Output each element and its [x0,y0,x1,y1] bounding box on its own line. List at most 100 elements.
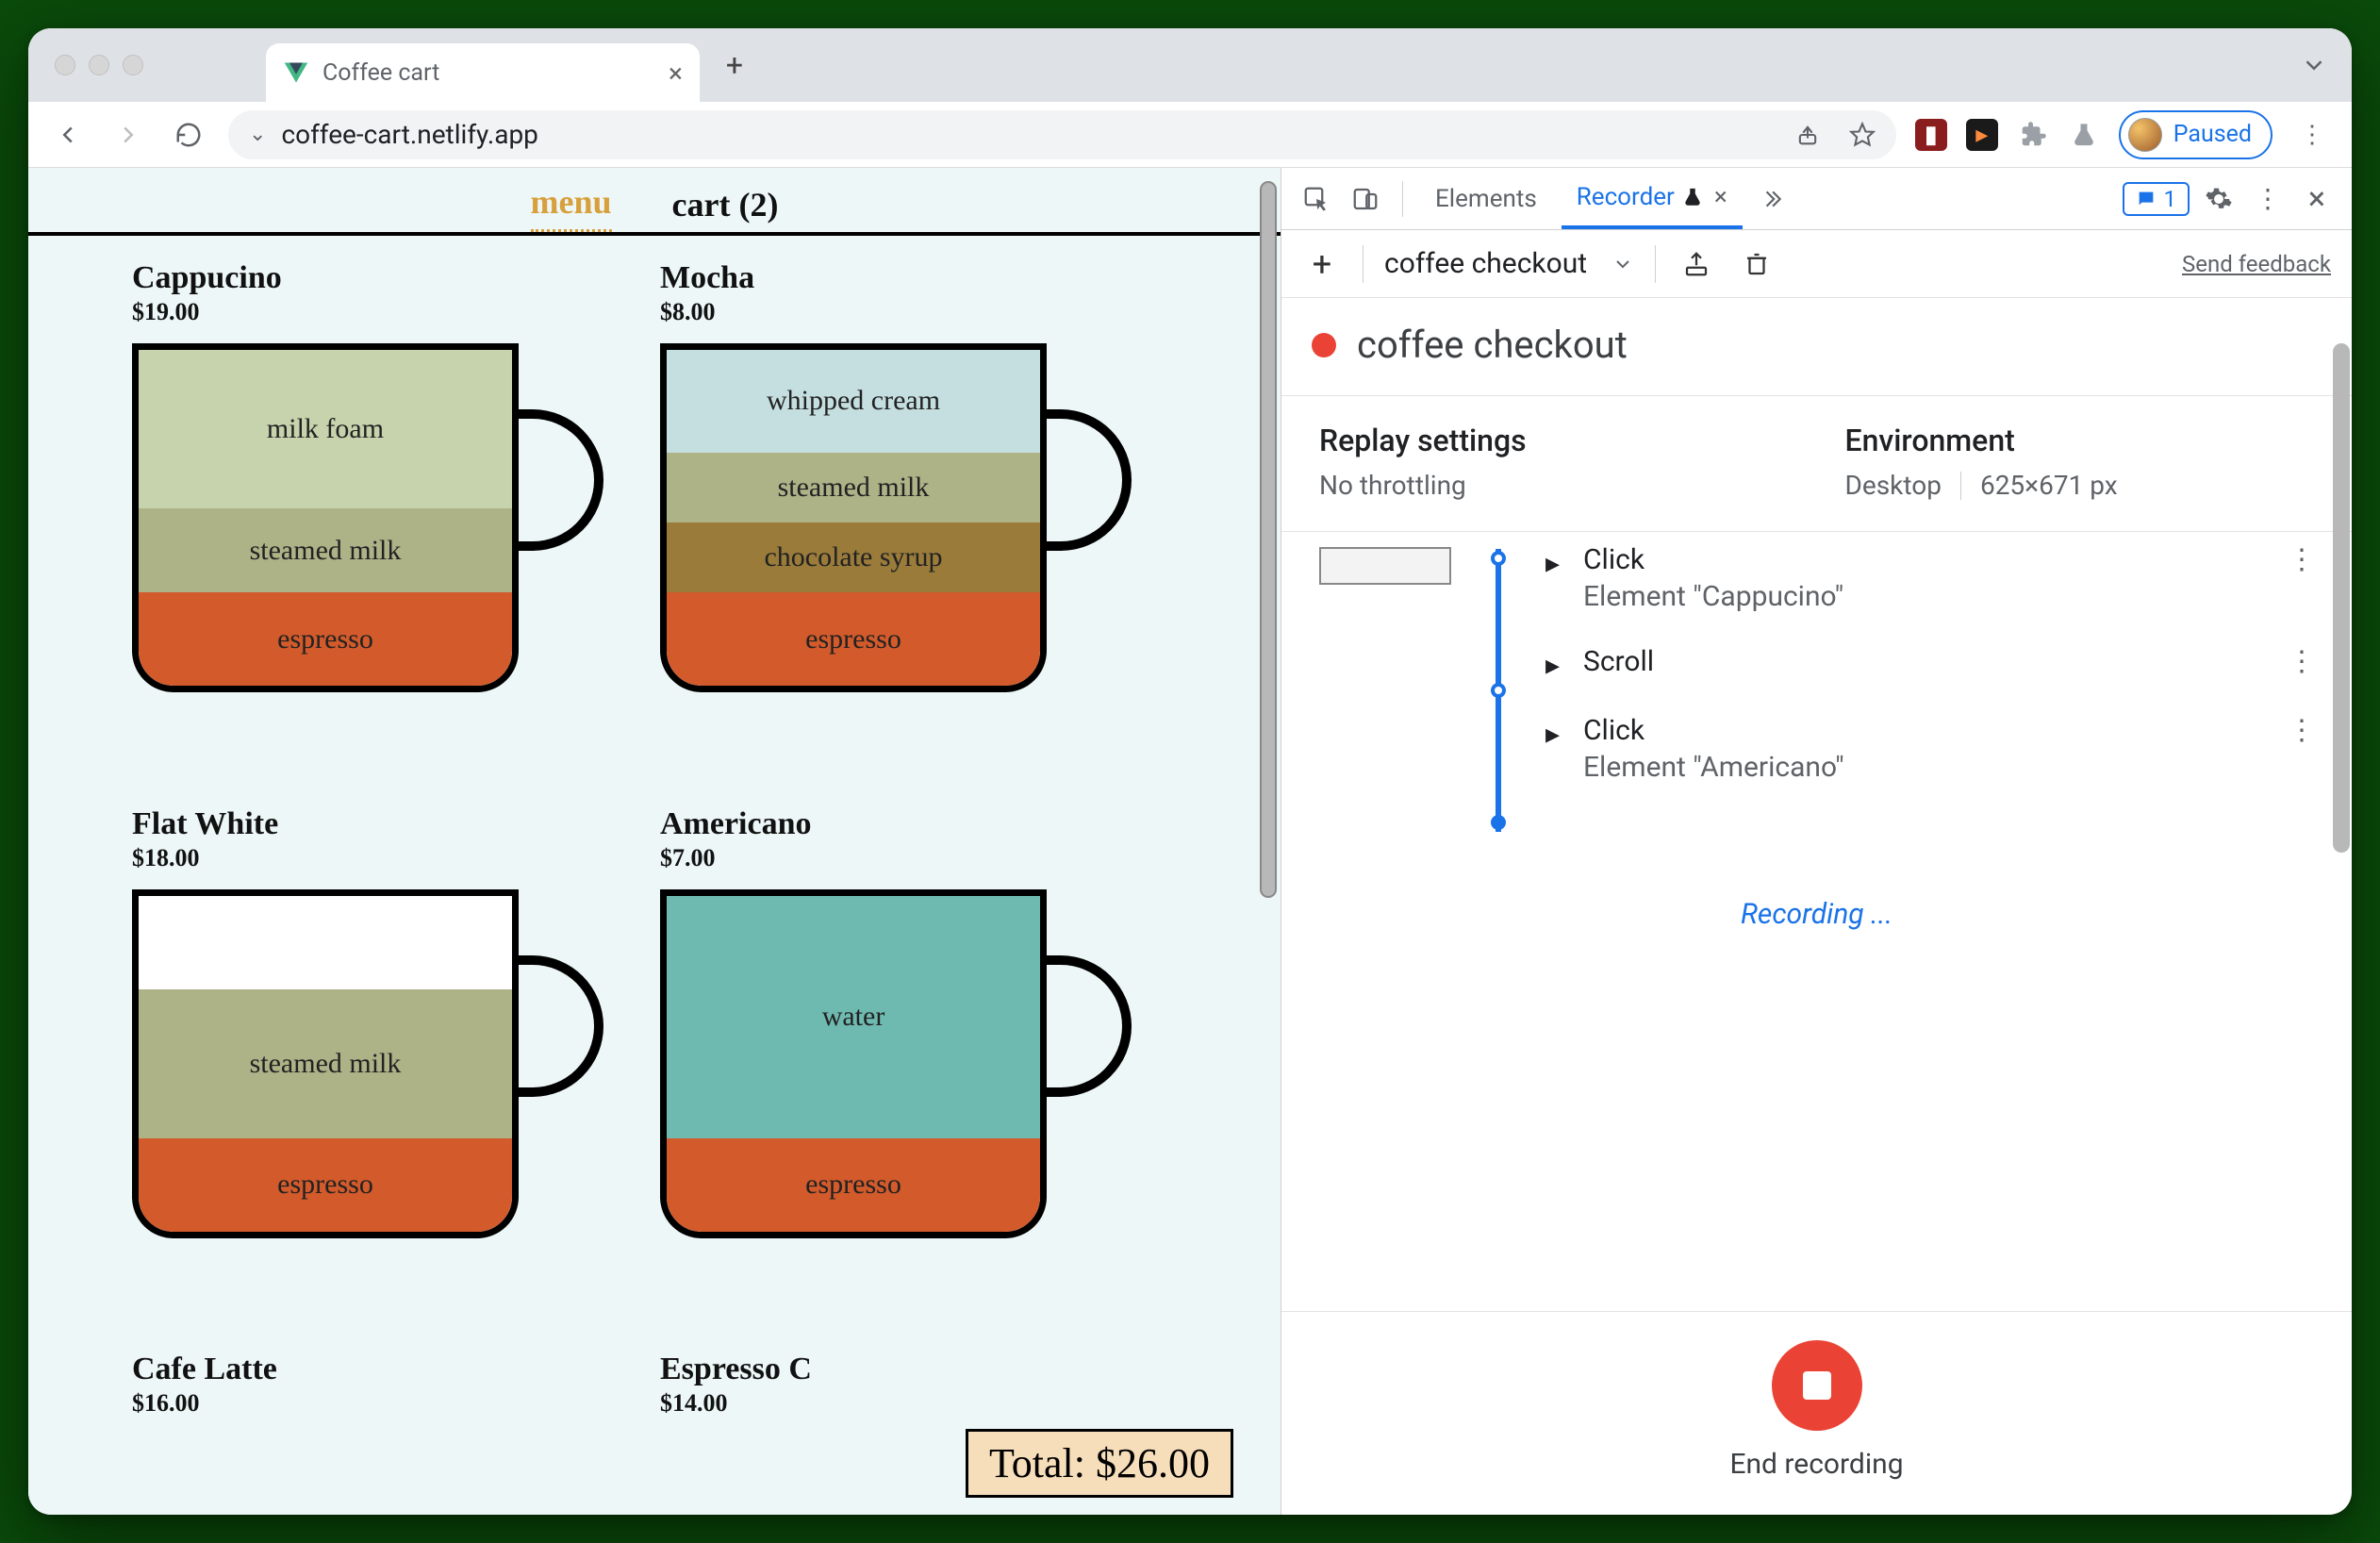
address-bar[interactable]: ⌄ coffee-cart.netlify.app [228,110,1896,159]
cup-layer: steamed milk [139,989,512,1138]
recorder-settings: Replay settings No throttling Environmen… [1281,396,2352,532]
scrollbar-thumb[interactable] [1260,181,1277,898]
cup-layer [139,896,512,989]
back-button[interactable] [47,114,89,156]
new-tab-button[interactable]: + [711,41,758,89]
extensions-menu-icon[interactable] [2017,119,2049,151]
step-action: Scroll [1583,645,1654,678]
new-recording-button[interactable]: + [1302,244,1342,284]
nav-cart-link[interactable]: cart (2) [672,185,779,232]
menu-grid: Cappucino $19.00 espressosteamed milkmil… [28,236,1281,1515]
recording-indicator-icon [1312,333,1336,357]
product-card[interactable]: Mocha $8.00 espressochocolate syrupsteam… [660,260,1150,789]
end-recording-button[interactable] [1772,1340,1862,1431]
settings-icon[interactable] [2199,179,2239,219]
profile-paused-pill[interactable]: Paused [2119,110,2273,159]
zoom-window-icon[interactable] [123,55,143,75]
product-card[interactable]: Cappucino $19.00 espressosteamed milkmil… [132,260,622,789]
replay-settings-label: Replay settings [1319,423,1789,458]
step-menu-icon[interactable]: ⋮ [2288,543,2316,576]
cup-layer: whipped cream [667,350,1040,453]
reload-button[interactable] [168,114,209,156]
step-detail: Element "Cappucino" [1583,580,1843,613]
close-window-icon[interactable] [55,55,75,75]
extension-icon[interactable]: ▸ [1966,119,1998,151]
tab-search-icon[interactable] [2293,44,2335,86]
page-scrollbar[interactable] [1260,175,1277,1507]
bookmark-icon[interactable] [1849,122,1876,148]
site-nav: menu cart (2) [28,168,1281,236]
cup-handle-icon [1045,955,1132,1097]
expand-icon[interactable]: ▸ [1545,718,1568,751]
step-menu-icon[interactable]: ⋮ [2288,645,2316,678]
stop-icon [1803,1371,1831,1400]
expand-icon[interactable]: ▸ [1545,649,1568,682]
scrollbar-thumb[interactable] [2333,343,2350,853]
share-icon[interactable] [1794,122,1821,148]
product-price: $19.00 [132,298,622,326]
tab-strip: Coffee cart × + [28,28,2352,102]
device-toggle-icon[interactable] [1346,179,1385,219]
throttling-value[interactable]: No throttling [1319,470,1789,501]
minimize-window-icon[interactable] [89,55,109,75]
cup-layer: chocolate syrup [667,523,1040,592]
close-devtools-icon[interactable]: × [2297,179,2337,219]
product-name: Flat White [132,806,622,842]
toolbar-right: ▮ ▸ Paused ⋮ [1915,110,2333,159]
timeline [1479,543,1517,832]
product-price: $8.00 [660,298,1150,326]
nav-menu-link[interactable]: menu [531,182,612,232]
inspect-icon[interactable] [1297,179,1336,219]
recorder-step[interactable]: ▸ Click Element "Americano" ⋮ [1545,714,2323,784]
recording-select[interactable]: coffee checkout [1384,247,1634,280]
coffee-cup[interactable]: espressowater [660,889,1132,1238]
more-tabs-icon[interactable] [1752,179,1792,219]
page-viewport: menu cart (2) Cappucino $19.00 espressos… [28,168,1281,1515]
expand-icon[interactable]: ▸ [1545,547,1568,580]
product-price: $18.00 [132,844,622,872]
step-menu-icon[interactable]: ⋮ [2288,714,2316,747]
messages-badge[interactable]: 1 [2123,182,2190,216]
close-tab-icon[interactable]: × [669,58,683,89]
recorder-step[interactable]: ▸ Scroll ⋮ [1545,645,2323,682]
devtools-menu-icon[interactable]: ⋮ [2248,179,2288,219]
end-recording-label: End recording [1729,1448,1903,1481]
product-card[interactable]: Americano $7.00 espressowater [660,806,1150,1336]
send-feedback-link[interactable]: Send feedback [2182,251,2331,277]
browser-tab[interactable]: Coffee cart × [266,43,700,102]
browser-toolbar: ⌄ coffee-cart.netlify.app ▮ ▸ Paused ⋮ [28,102,2352,168]
env-device: Desktop [1845,470,1942,501]
chrome-menu-icon[interactable]: ⋮ [2291,114,2333,156]
avatar-icon [2128,118,2162,152]
extension-icon[interactable]: ▮ [1915,119,1947,151]
export-icon[interactable] [1677,244,1716,284]
cup-handle-icon [517,409,603,551]
labs-icon[interactable] [2068,119,2100,151]
browser-window: Coffee cart × + ⌄ coffee-cart.netlify.ap… [28,28,2352,1515]
step-action: Click [1583,714,1844,747]
forward-button[interactable] [107,114,149,156]
recorder-step[interactable]: ▸ Click Element "Cappucino" ⋮ [1545,543,2323,613]
close-tab-icon[interactable]: × [1714,183,1727,211]
screenshot-thumb[interactable] [1319,547,1451,585]
product-name: Espresso C [660,1352,1150,1387]
tab-elements[interactable]: Elements [1420,168,1552,229]
cup-layer: espresso [667,1138,1040,1232]
devtools-scrollbar[interactable] [2333,230,2350,1515]
delete-icon[interactable] [1737,244,1777,284]
coffee-cup[interactable]: espressosteamed milk [132,889,603,1238]
site-info-icon[interactable]: ⌄ [249,123,266,146]
vue-favicon-icon [283,59,309,86]
cup-layer: milk foam [139,350,512,508]
messages-count: 1 [2164,186,2177,212]
coffee-cup[interactable]: espressochocolate syrupsteamed milkwhipp… [660,343,1132,692]
flask-icon [1682,187,1703,207]
cup-handle-icon [1045,409,1132,551]
total-chip[interactable]: Total: $26.00 [966,1429,1233,1498]
product-card[interactable]: Flat White $18.00 espressosteamed milk [132,806,622,1336]
coffee-cup[interactable]: espressosteamed milkmilk foam [132,343,603,692]
tab-recorder[interactable]: Recorder × [1562,168,1743,229]
steps-area: ▸ Click Element "Cappucino" ⋮ ▸ Scroll ⋮… [1281,532,2352,1311]
product-card[interactable]: Cafe Latte $16.00 [132,1352,622,1515]
cup-layer: steamed milk [667,453,1040,523]
